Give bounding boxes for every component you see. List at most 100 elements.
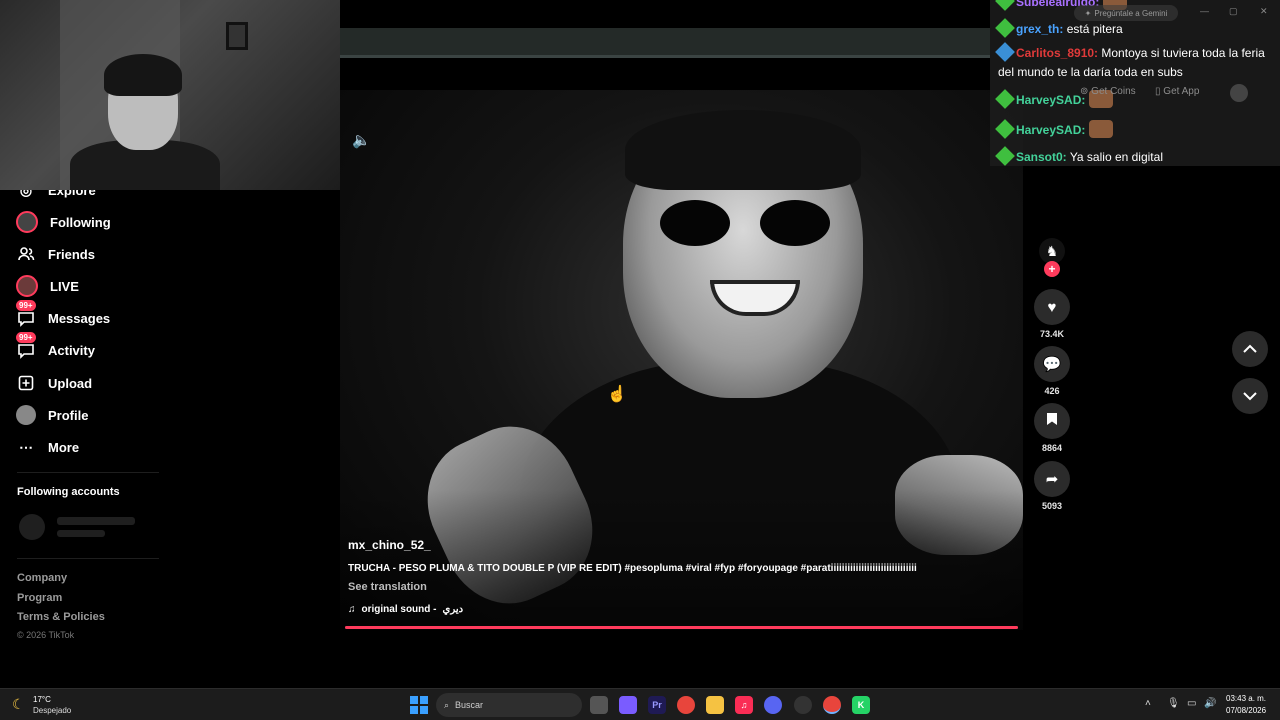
app-icon[interactable] <box>794 696 812 714</box>
weather-temperature[interactable]: 17°C <box>33 695 51 704</box>
volume-icon[interactable]: 🔈 <box>352 131 371 149</box>
video-author[interactable]: mx_chino_52_ <box>348 538 431 552</box>
start-button[interactable] <box>410 696 428 714</box>
minimize-icon[interactable]: — <box>1200 6 1209 16</box>
chevron-down-icon <box>1243 388 1257 405</box>
footer-link-company[interactable]: Company <box>17 572 67 584</box>
copilot-icon[interactable] <box>619 696 637 714</box>
get-coins-link[interactable]: ⊚ Get Coins <box>1080 86 1136 97</box>
gemini-button[interactable]: ✦ Pregúntale a Gemini <box>1074 5 1178 21</box>
share-icon: ➦ <box>1045 471 1059 488</box>
webcam-wall-frame <box>226 22 248 50</box>
follow-plus-button[interactable]: + <box>1044 261 1060 277</box>
chrome-active-icon[interactable] <box>823 696 841 714</box>
chat-emote-icon <box>1088 120 1113 138</box>
premiere-icon[interactable]: Pr <box>648 696 666 714</box>
chat-username: HarveySAD: <box>1016 93 1086 107</box>
moon-icon[interactable]: ☾ <box>12 696 25 713</box>
video-sound[interactable]: ♫ original sound - ديري <box>348 604 463 615</box>
previous-video-button[interactable] <box>1232 331 1268 367</box>
video-caption: TRUCHA - PESO PLUMA & TITO DOUBLE P (VIP… <box>348 563 917 574</box>
sidebar-item-profile[interactable]: Profile <box>16 401 88 429</box>
taskbar-search[interactable]: ⌕ Buscar <box>436 693 582 717</box>
clock-date[interactable]: 07/08/2026 <box>1226 706 1266 715</box>
chat-username: Carlitos_8910: <box>1016 46 1099 60</box>
windows-taskbar: ☾ 17°C Despejado ⌕ Buscar Pr ♫ K ˄ 🎙 ▭ 🔊… <box>0 688 1280 720</box>
sidebar-divider <box>17 472 159 473</box>
footer-link-program[interactable]: Program <box>17 592 62 604</box>
sidebar-item-activity[interactable]: 99+ Activity <box>16 332 95 364</box>
chat-text: está pitera <box>1066 22 1123 36</box>
bookmark-icon <box>1046 412 1058 430</box>
chevron-up-icon[interactable]: ˄ <box>1145 698 1151 709</box>
sidebar-item-label: Profile <box>48 407 89 423</box>
task-view-icon[interactable] <box>590 696 608 714</box>
video-player[interactable] <box>340 90 1023 630</box>
comment-button[interactable]: 💬 <box>1034 346 1070 382</box>
chat-badge-icon <box>995 119 1015 139</box>
mouse-cursor-icon: ☝ <box>607 386 627 403</box>
share-button[interactable]: ➦ <box>1034 461 1070 497</box>
save-button[interactable] <box>1034 403 1070 439</box>
skeleton-line <box>57 517 135 525</box>
sidebar-item-more[interactable]: ⋯ More <box>16 433 79 461</box>
close-icon[interactable]: ✕ <box>1260 6 1268 17</box>
messages-badge: 99+ <box>16 300 36 311</box>
chat-badge-icon <box>995 18 1015 38</box>
messages-icon: 99+ <box>16 300 36 328</box>
profile-icon <box>16 405 36 425</box>
chrome-icon[interactable] <box>677 696 695 714</box>
chat-message: Carlitos_8910: Montoya si tuviera toda l… <box>995 42 1270 82</box>
music-icon[interactable]: ♫ <box>735 696 753 714</box>
see-translation-link[interactable]: See translation <box>348 581 427 593</box>
discord-icon[interactable] <box>764 696 782 714</box>
sound-name: ديري <box>442 604 464 615</box>
chat-badge-icon <box>995 89 1015 109</box>
search-icon: ⌕ <box>444 699 450 710</box>
user-avatar[interactable] <box>1230 84 1248 102</box>
phone-icon: ▯ <box>1155 86 1161 97</box>
footer-link-terms[interactable]: Terms & Policies <box>17 611 105 623</box>
friends-icon <box>16 244 36 264</box>
heart-icon: ♥ <box>1047 298 1057 316</box>
volume-tray-icon[interactable]: 🔊 <box>1204 698 1216 709</box>
sidebar-item-label: Messages <box>48 310 111 326</box>
chat-badge-icon <box>995 0 1015 11</box>
sidebar-item-label: Upload <box>48 375 93 391</box>
sidebar-item-following[interactable]: Following <box>16 208 111 236</box>
next-video-button[interactable] <box>1232 378 1268 414</box>
microphone-icon[interactable]: 🎙 <box>1167 698 1180 709</box>
chat-username: HarveySAD: <box>1016 123 1086 137</box>
upload-icon <box>16 373 36 393</box>
maximize-icon[interactable]: ▢ <box>1229 6 1238 17</box>
sidebar-item-friends[interactable]: Friends <box>16 240 95 268</box>
network-icon[interactable]: ▭ <box>1187 698 1196 709</box>
weather-description[interactable]: Despejado <box>33 706 71 715</box>
chat-username: Sansot0: <box>1016 150 1067 164</box>
kick-icon[interactable]: K <box>852 696 870 714</box>
comment-icon: 💬 <box>1042 356 1062 373</box>
copyright-text: © 2026 TikTok <box>17 630 75 640</box>
video-progress-bar[interactable] <box>345 626 1018 629</box>
sidebar-item-live[interactable]: LIVE <box>16 272 79 300</box>
sparkle-icon: ✦ <box>1084 8 1092 18</box>
coin-icon: ⊚ <box>1080 86 1089 97</box>
file-explorer-icon[interactable] <box>706 696 724 714</box>
activity-icon: 99+ <box>16 332 36 360</box>
sidebar-item-messages[interactable]: 99+ Messages <box>16 300 111 332</box>
following-avatar-icon <box>16 211 38 233</box>
get-app-link[interactable]: ▯ Get App <box>1155 86 1199 97</box>
webcam-person-hair <box>104 54 182 96</box>
video-progress-fill <box>345 626 1018 629</box>
like-button[interactable]: ♥ <box>1034 289 1070 325</box>
live-icon <box>16 275 38 297</box>
chat-badge-icon <box>995 42 1015 62</box>
chat-username: grex_th: <box>1016 22 1064 36</box>
more-icon: ⋯ <box>19 438 33 455</box>
clock-time[interactable]: 03:43 a. m. <box>1226 694 1266 703</box>
sidebar-item-upload[interactable]: Upload <box>16 369 92 397</box>
get-app-label: Get App <box>1163 86 1200 97</box>
activity-badge: 99+ <box>16 332 36 343</box>
skeleton-avatar <box>19 514 45 540</box>
sound-prefix: original sound - <box>361 604 437 615</box>
